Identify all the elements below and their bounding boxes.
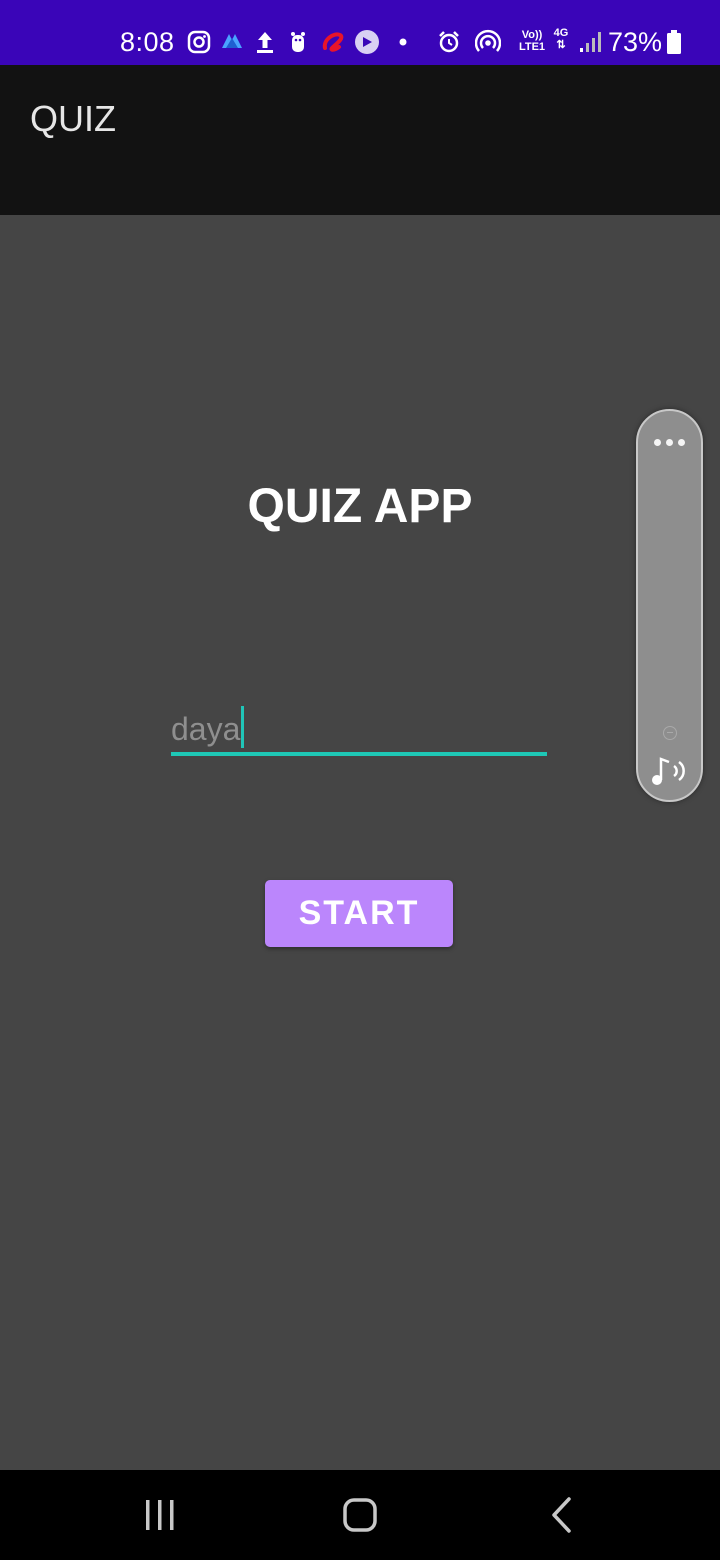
recents-icon[interactable] xyxy=(130,1490,190,1540)
upload-icon xyxy=(252,26,278,58)
dot-icon xyxy=(390,26,416,58)
data-arrows-icon: ⇅ xyxy=(556,39,566,51)
hotspot-icon xyxy=(475,26,501,58)
name-field-underline xyxy=(171,752,547,756)
battery-icon xyxy=(666,30,682,54)
navigation-bar xyxy=(0,1470,720,1560)
teddy-icon xyxy=(285,26,311,58)
back-icon[interactable] xyxy=(532,1490,592,1540)
instagram-icon xyxy=(186,26,212,58)
media-volume-icon[interactable] xyxy=(648,753,690,787)
app-notification-icon xyxy=(219,26,245,58)
name-input-value: daya xyxy=(171,711,241,747)
screen: 8:08 Vo)) LTE1 4G ⇅ 73% QUIZ QUIZ APP da… xyxy=(0,0,720,1560)
airtel-icon xyxy=(320,26,346,58)
name-field[interactable]: daya xyxy=(171,700,547,758)
battery-percentage: 73% xyxy=(608,27,663,57)
status-bar: 8:08 Vo)) LTE1 4G ⇅ 73% xyxy=(0,0,720,65)
text-cursor xyxy=(241,706,245,748)
page-title: QUIZ APP xyxy=(247,480,473,533)
signal-icon xyxy=(578,26,604,58)
start-button[interactable]: START xyxy=(265,880,453,947)
name-input[interactable]: daya xyxy=(171,706,245,750)
home-icon[interactable] xyxy=(330,1490,390,1540)
more-dots-icon[interactable] xyxy=(652,435,688,449)
volte-label: Vo)) xyxy=(521,29,543,41)
volte-indicator: Vo)) LTE1 xyxy=(516,29,548,53)
status-time: 8:08 xyxy=(120,27,175,57)
alarm-icon xyxy=(436,26,462,58)
media-icon xyxy=(354,26,380,58)
volume-level-icon[interactable] xyxy=(663,726,677,740)
app-bar-title: QUIZ xyxy=(30,98,116,139)
network-type-indicator: 4G ⇅ xyxy=(550,27,572,51)
lte-label: LTE1 xyxy=(518,41,546,53)
volume-panel[interactable] xyxy=(636,409,703,802)
network-type-label: 4G xyxy=(553,27,569,39)
